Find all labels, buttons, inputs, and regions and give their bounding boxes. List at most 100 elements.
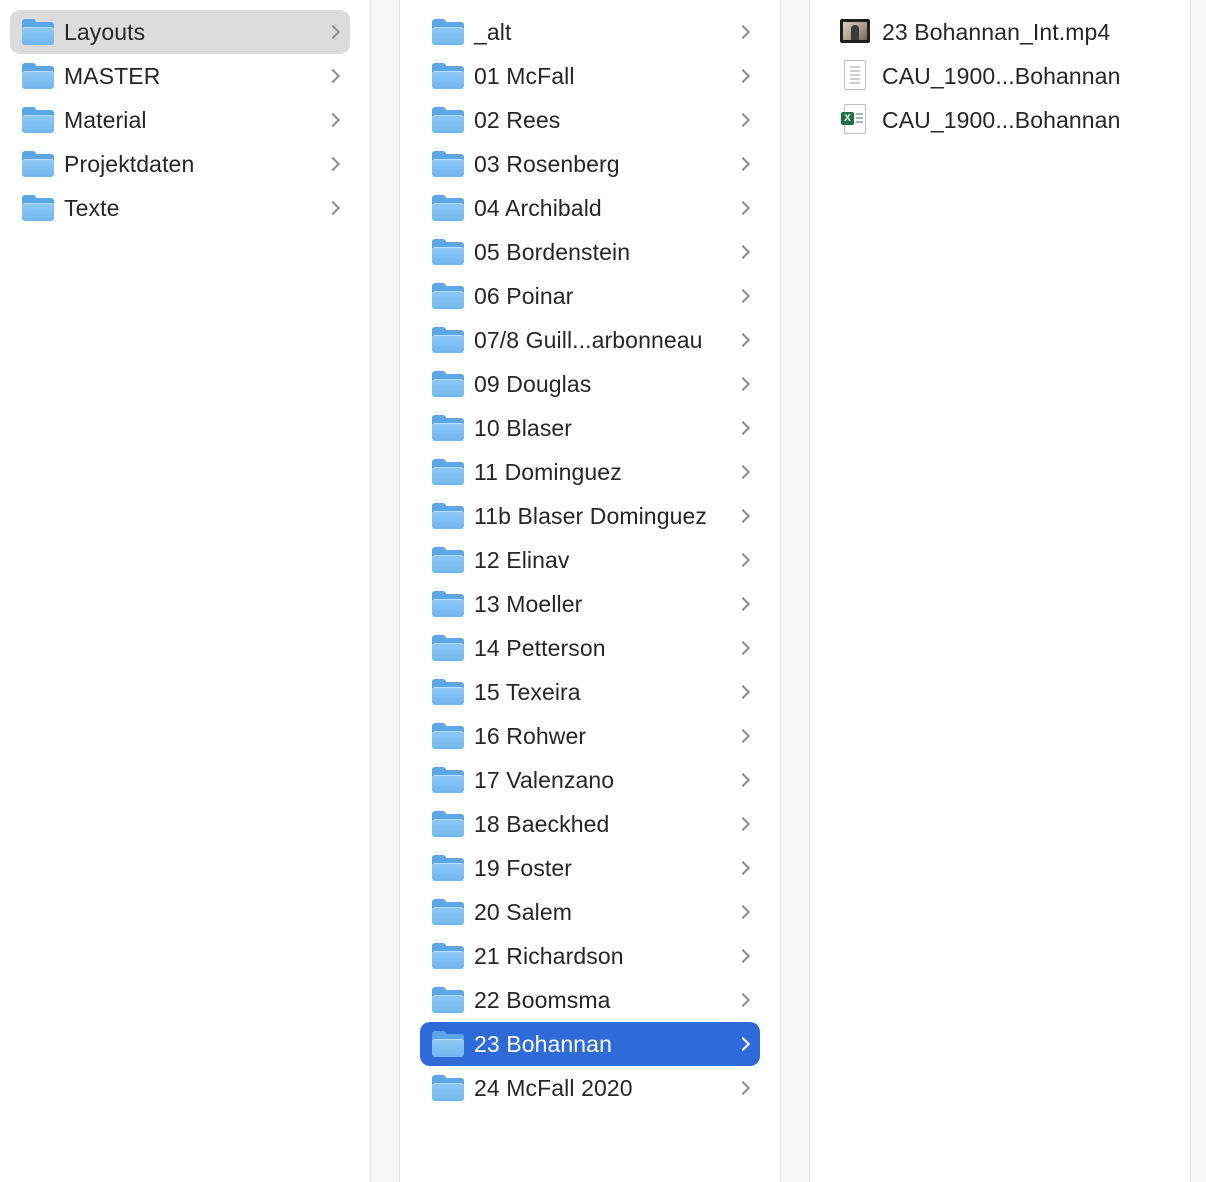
folder-row[interactable]: 15 Texeira — [420, 670, 760, 714]
folder-label: 17 Valenzano — [474, 766, 615, 793]
folder-icon — [432, 1031, 464, 1057]
chevron-right-icon — [735, 420, 751, 436]
folder-label: 05 Bordenstein — [474, 238, 631, 265]
folder-label: 04 Archibald — [474, 194, 602, 221]
folder-row[interactable]: 13 Moeller — [420, 582, 760, 626]
chevron-right-icon — [325, 200, 341, 216]
chevron-right-icon — [735, 596, 751, 612]
folder-icon — [432, 151, 464, 177]
folder-row[interactable]: 22 Boomsma — [420, 978, 760, 1022]
folder-row[interactable]: 04 Archibald — [420, 186, 760, 230]
folder-icon — [432, 635, 464, 661]
folder-row[interactable]: 20 Salem — [420, 890, 760, 934]
folder-row[interactable]: 14 Petterson — [420, 626, 760, 670]
file-row-mp4[interactable]: 23 Bohannan_Int.mp4 — [820, 10, 1180, 54]
folder-row[interactable]: 06 Poinar — [420, 274, 760, 318]
file-label: 23 Bohannan_Int.mp4 — [882, 18, 1111, 45]
folder-icon — [432, 327, 464, 353]
folder-row[interactable]: 18 Baeckhed — [420, 802, 760, 846]
folder-row[interactable]: 19 Foster — [420, 846, 760, 890]
folder-icon — [432, 547, 464, 573]
folder-row-layouts[interactable]: Layouts — [10, 10, 350, 54]
chevron-right-icon — [325, 24, 341, 40]
folder-row-master[interactable]: MASTER — [10, 54, 350, 98]
folder-row[interactable]: _alt — [420, 10, 760, 54]
folder-row[interactable]: 01 McFall — [420, 54, 760, 98]
column-divider[interactable] — [1190, 0, 1206, 1182]
chevron-right-icon — [735, 376, 751, 392]
folder-row[interactable]: 07/8 Guill...arbonneau — [420, 318, 760, 362]
folder-row-projektdaten[interactable]: Projektdaten — [10, 142, 350, 186]
folder-icon — [432, 283, 464, 309]
folder-label: 19 Foster — [474, 854, 573, 881]
folder-row[interactable]: 02 Rees — [420, 98, 760, 142]
folder-label: 14 Petterson — [474, 634, 606, 661]
chevron-right-icon — [735, 156, 751, 172]
folder-row[interactable]: 17 Valenzano — [420, 758, 760, 802]
folder-label: 11b Blaser Dominguez — [474, 502, 707, 529]
folder-label: 03 Rosenberg — [474, 150, 620, 177]
folder-icon — [432, 19, 464, 45]
folder-icon — [432, 767, 464, 793]
folder-icon — [432, 723, 464, 749]
file-row-document[interactable]: CAU_1900...Bohannan — [820, 54, 1180, 98]
column-divider[interactable] — [370, 0, 400, 1182]
folder-row[interactable]: 16 Rohwer — [420, 714, 760, 758]
folder-row-texte[interactable]: Texte — [10, 186, 350, 230]
folder-icon — [22, 151, 54, 177]
folder-row-material[interactable]: Material — [10, 98, 350, 142]
column-divider[interactable] — [780, 0, 810, 1182]
file-label: CAU_1900...Bohannan — [882, 62, 1121, 89]
chevron-right-icon — [735, 1080, 751, 1096]
folder-icon — [432, 503, 464, 529]
folder-label: 06 Poinar — [474, 282, 574, 309]
folder-row[interactable]: 24 McFall 2020 — [420, 1066, 760, 1110]
folder-icon — [432, 459, 464, 485]
folder-label: 11 Dominguez — [474, 458, 622, 485]
folder-icon — [432, 855, 464, 881]
chevron-right-icon — [325, 156, 341, 172]
folder-icon — [22, 19, 54, 45]
chevron-right-icon — [735, 904, 751, 920]
chevron-right-icon — [735, 464, 751, 480]
folder-row[interactable]: 11 Dominguez — [420, 450, 760, 494]
folder-row[interactable]: 03 Rosenberg — [420, 142, 760, 186]
folder-label: 20 Salem — [474, 898, 572, 925]
folder-icon — [432, 987, 464, 1013]
excel-file-icon: X — [840, 104, 870, 136]
chevron-right-icon — [735, 772, 751, 788]
folder-label: 23 Bohannan — [474, 1030, 612, 1057]
folder-label: 09 Douglas — [474, 370, 592, 397]
folder-row[interactable]: 10 Blaser — [420, 406, 760, 450]
chevron-right-icon — [735, 112, 751, 128]
folder-label: Layouts — [64, 18, 146, 45]
folder-icon — [432, 107, 464, 133]
folder-label: MASTER — [64, 62, 161, 89]
folder-label: Projektdaten — [64, 150, 195, 177]
folder-icon — [432, 195, 464, 221]
folder-label: 22 Boomsma — [474, 986, 611, 1013]
folder-row[interactable]: 11b Blaser Dominguez — [420, 494, 760, 538]
folder-label: 16 Rohwer — [474, 722, 587, 749]
folder-row[interactable]: 05 Bordenstein — [420, 230, 760, 274]
folder-icon — [432, 943, 464, 969]
chevron-right-icon — [735, 508, 751, 524]
column-1: Layouts MASTER Material Projektdaten Tex… — [0, 0, 370, 1182]
chevron-right-icon — [735, 244, 751, 260]
column-3: 23 Bohannan_Int.mp4 CAU_1900...Bohannan … — [810, 0, 1190, 1182]
file-row-excel[interactable]: X CAU_1900...Bohannan — [820, 98, 1180, 142]
folder-icon — [432, 811, 464, 837]
chevron-right-icon — [735, 728, 751, 744]
chevron-right-icon — [325, 112, 341, 128]
folder-row[interactable]: 23 Bohannan — [420, 1022, 760, 1066]
folder-row[interactable]: 09 Douglas — [420, 362, 760, 406]
video-thumbnail-icon — [840, 16, 870, 48]
folder-icon — [432, 371, 464, 397]
chevron-right-icon — [735, 200, 751, 216]
folder-label: 15 Texeira — [474, 678, 581, 705]
folder-row[interactable]: 21 Richardson — [420, 934, 760, 978]
chevron-right-icon — [735, 552, 751, 568]
folder-row[interactable]: 12 Elinav — [420, 538, 760, 582]
folder-icon — [432, 415, 464, 441]
folder-icon — [432, 63, 464, 89]
